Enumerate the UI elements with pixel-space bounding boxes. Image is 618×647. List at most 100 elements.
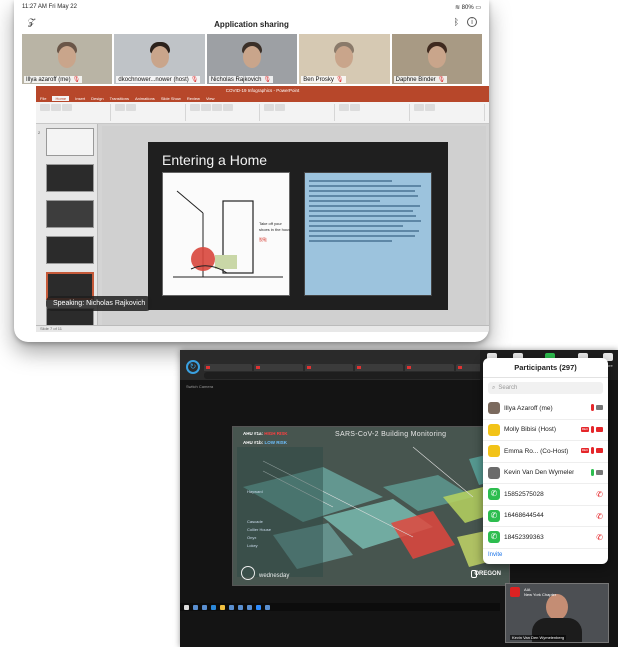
participant-thumbnail[interactable]: Daphne Binder 🎙 xyxy=(391,34,483,84)
bold-icon[interactable] xyxy=(189,104,200,111)
svg-text:Hayward: Hayward xyxy=(247,489,263,494)
windows-taskbar xyxy=(180,603,500,611)
font-color-icon[interactable] xyxy=(222,104,233,111)
cut-icon[interactable] xyxy=(51,104,61,111)
app-icon[interactable] xyxy=(265,604,270,610)
participant-name-text: Ben Prosky xyxy=(303,77,334,83)
ppt-tab-design[interactable]: Design xyxy=(91,96,103,101)
ppt-tab-slide-show[interactable]: Slide Show xyxy=(161,96,181,101)
participant-row[interactable]: Emma Ro... (Co-Host) REC xyxy=(483,441,608,463)
app-icon[interactable] xyxy=(238,604,243,610)
participant-status-icons: REC xyxy=(581,447,603,454)
participant-name: 15852575028 xyxy=(504,490,544,498)
edge-icon[interactable] xyxy=(211,604,216,610)
start-icon[interactable] xyxy=(184,604,189,610)
participants-title: Participants (297) xyxy=(483,358,608,378)
ppt-tab-home[interactable]: Home xyxy=(52,95,70,101)
ppt-tab-view[interactable]: View xyxy=(206,96,215,101)
ppt-tab-animations[interactable]: Animations xyxy=(135,96,155,101)
ahu-2-label: AHU #1b: xyxy=(243,440,264,445)
phone-icon: ✆ xyxy=(488,531,500,544)
mail-icon[interactable] xyxy=(229,604,234,610)
ppt-tab-file[interactable]: File xyxy=(40,96,46,101)
app-icon[interactable] xyxy=(247,604,252,610)
participant-row[interactable]: Molly Bibisi (Host) REC xyxy=(483,420,608,441)
participant-thumbnail[interactable]: dkochnower...nower (host) 🎙 xyxy=(114,34,205,84)
recording-icon: REC xyxy=(581,448,589,453)
mic-muted-icon xyxy=(591,447,594,454)
folder-icon[interactable] xyxy=(220,604,225,610)
ppt-tab-transitions[interactable]: Transitions xyxy=(110,96,129,101)
participant-name: 16468644544 xyxy=(504,512,544,520)
slide-thumb[interactable] xyxy=(46,200,94,228)
participant-status-icons: ✆ xyxy=(596,512,603,521)
search-icon[interactable] xyxy=(193,604,198,610)
refresh-icon[interactable]: ↻ xyxy=(186,360,200,374)
current-slide[interactable]: Entering a Home Take off your shoes in t… xyxy=(148,142,448,310)
align-icon[interactable] xyxy=(275,104,286,111)
new-slide-icon[interactable] xyxy=(114,104,125,111)
mic-muted-icon: 🎙 xyxy=(190,77,199,83)
wifi-icon: ≋ xyxy=(454,4,460,11)
invite-button[interactable]: Invite xyxy=(488,552,502,558)
paste-icon[interactable] xyxy=(40,104,50,111)
participant-status-icons: ✆ xyxy=(596,490,603,499)
participant-row[interactable]: ✆ 18452399363 ✆ xyxy=(483,527,608,549)
browser-tab[interactable] xyxy=(304,364,353,371)
zoom-app-icon[interactable] xyxy=(256,604,261,610)
ppt-tab-review[interactable]: Review xyxy=(187,96,200,101)
ribbon-group-font xyxy=(189,104,261,121)
participant-status-icons: REC xyxy=(581,425,603,433)
italic-icon[interactable] xyxy=(200,104,211,111)
slide-thumb[interactable] xyxy=(46,128,94,156)
participant-thumbnail[interactable]: Illya azaroff (me) 🎙 xyxy=(22,34,113,84)
address-bar[interactable] xyxy=(204,372,504,379)
participant-row[interactable]: Illya Azaroff (me) xyxy=(483,398,608,420)
aia-label: AIA New York Chapter xyxy=(524,587,556,597)
browser-tab[interactable] xyxy=(405,364,454,371)
video-off-icon xyxy=(596,448,603,453)
browser-tab[interactable] xyxy=(354,364,404,371)
switch-camera-button[interactable]: Switch Camera xyxy=(186,384,213,389)
participant-name: dkochnower...nower (host) 🎙 xyxy=(116,76,201,83)
participant-name: Kevin Van Den Wymelen... xyxy=(504,469,574,477)
bluetooth-icon[interactable]: ᛒ xyxy=(454,17,459,27)
underline-icon[interactable] xyxy=(211,104,222,111)
slide-thumb[interactable] xyxy=(46,236,94,264)
replace-icon[interactable] xyxy=(425,104,436,111)
search-icon: ⌕ xyxy=(492,384,496,391)
slide-thumb[interactable] xyxy=(46,164,94,192)
shapes-icon[interactable] xyxy=(339,104,350,111)
info-icon[interactable]: i xyxy=(467,17,477,27)
ribbon-group-editing xyxy=(414,104,485,121)
ribbon-group-paragraph xyxy=(264,104,336,121)
ppt-tab-insert[interactable]: Insert xyxy=(75,96,85,101)
participant-thumbnail[interactable]: Ben Prosky 🎙 xyxy=(299,34,390,84)
layout-icon[interactable] xyxy=(125,104,136,111)
task-view-icon[interactable] xyxy=(202,604,207,610)
video-off-icon xyxy=(596,469,603,475)
participant-thumbnail[interactable]: Nicholas Rajkovich 🎙 xyxy=(206,34,298,84)
mic-muted-icon xyxy=(591,404,594,411)
copy-icon[interactable] xyxy=(62,104,72,111)
browser-tab[interactable] xyxy=(204,364,253,371)
self-video-tile[interactable]: AIA New York Chapter Kevin Van Den Wymel… xyxy=(505,583,609,643)
browser-tab[interactable] xyxy=(254,364,303,371)
participant-row[interactable]: ✆ 15852575028 ✆ xyxy=(483,484,608,506)
participant-avatar xyxy=(488,466,500,479)
find-icon[interactable] xyxy=(414,104,425,111)
participants-search-input[interactable]: ⌕ Search xyxy=(488,382,603,394)
svg-text:Lokey: Lokey xyxy=(247,543,258,548)
zoom-header: Application sharing xyxy=(14,14,489,34)
bullets-icon[interactable] xyxy=(264,104,275,111)
svg-text:脫鞋: 脫鞋 xyxy=(259,236,267,242)
clock-icon xyxy=(241,566,255,580)
participant-row[interactable]: Kevin Van Den Wymelen... xyxy=(483,463,608,484)
dashboard-day: wednesday xyxy=(259,573,290,579)
ppt-ribbon-tabs: File Home Insert Design Transitions Animation… xyxy=(36,94,489,102)
self-video-name: Kevin Van Den Wymelenberg xyxy=(510,635,567,640)
participants-list: Illya Azaroff (me) Molly Bibisi (Host) REC… xyxy=(483,398,608,549)
participant-row[interactable]: ✆ 16468644544 ✆ xyxy=(483,506,608,527)
aia-badge-sub: New York Chapter xyxy=(524,592,557,597)
arrange-icon[interactable] xyxy=(350,104,361,111)
